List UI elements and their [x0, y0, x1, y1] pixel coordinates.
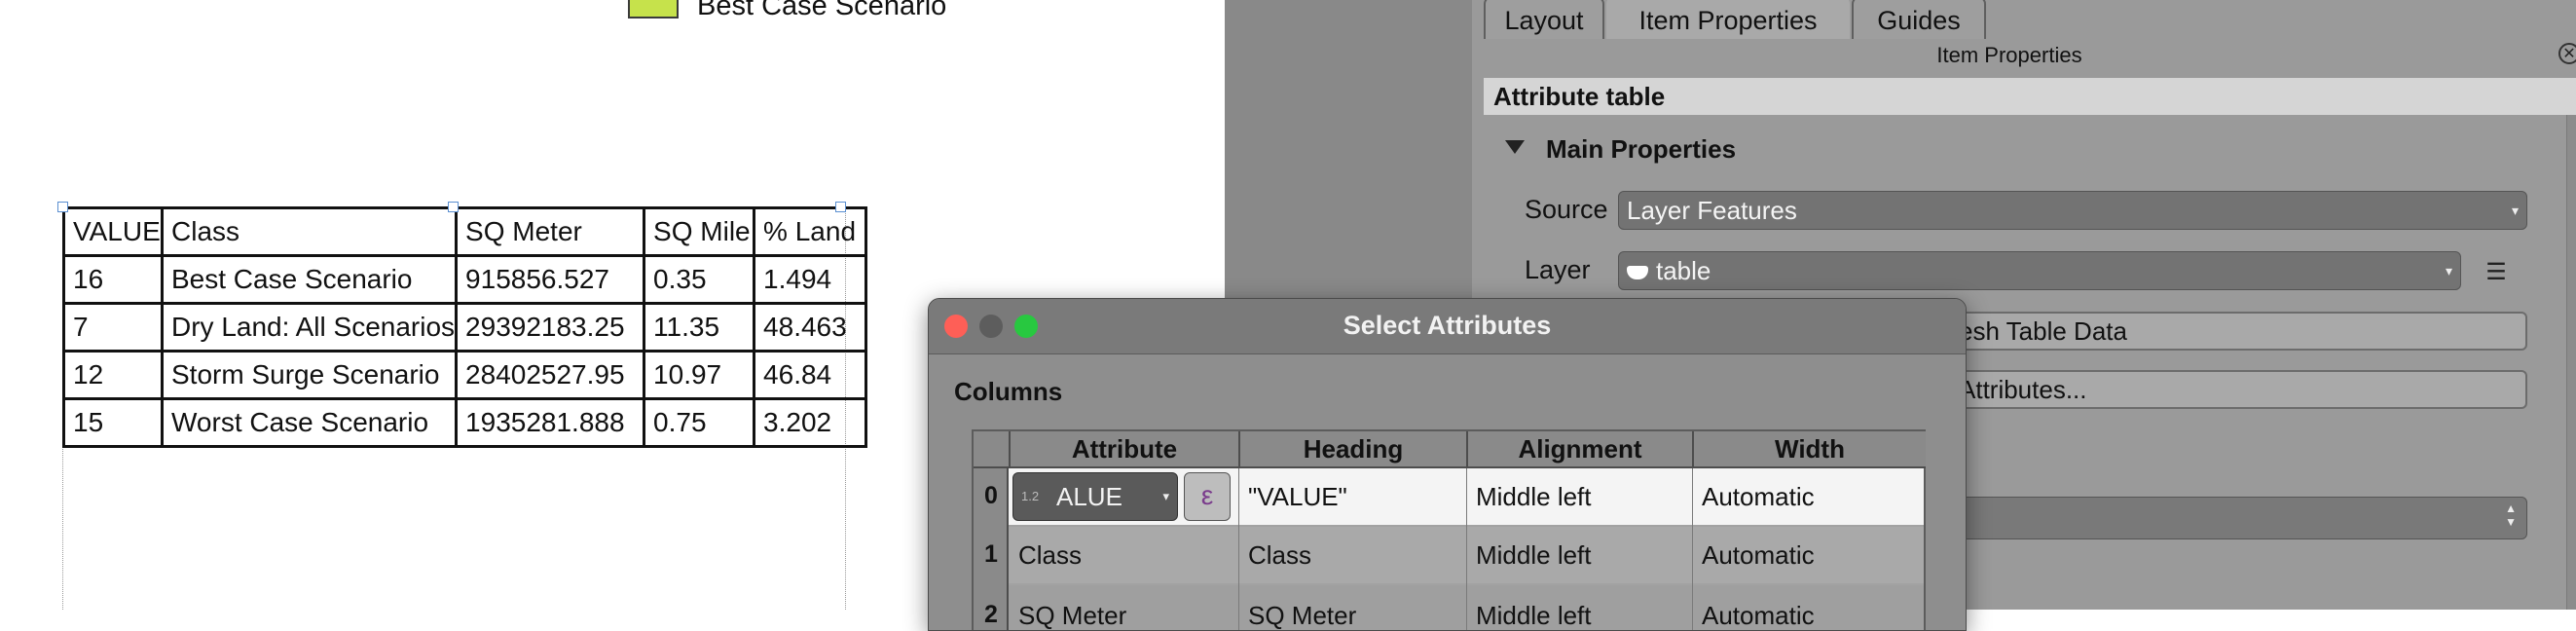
legend-label: Best Case Scenario [697, 0, 947, 21]
table-cell: 11.35 [643, 302, 756, 353]
expression-icon[interactable]: ε [1184, 472, 1231, 521]
width-cell[interactable]: Automatic [1702, 482, 1815, 512]
table-row: 7 Dry Land: All Scenarios 29392183.25 11… [62, 302, 868, 353]
table-cell: 1.494 [753, 254, 868, 305]
select-attributes-dialog: Select Attributes Columns Attribute Head… [928, 298, 1967, 631]
panel-title: Item Properties [1936, 43, 2082, 67]
table-cell: 46.84 [753, 350, 868, 400]
column-header-attribute[interactable]: Attribute [1009, 431, 1238, 466]
table-header-row: VALUE Class SQ Meter SQ Mile % Land [62, 206, 868, 257]
table-cell: Storm Surge Scenario [160, 350, 459, 400]
source-label: Source [1525, 195, 1608, 224]
table-cell: 16 [62, 254, 164, 305]
layer-value: table [1656, 256, 1711, 285]
attribute-cell[interactable]: Class [1018, 540, 1082, 571]
chevron-down-icon: ▾ [2445, 263, 2452, 278]
table-cell: 1935281.888 [455, 397, 646, 448]
attribute-cell[interactable]: SQ Meter [1018, 601, 1126, 630]
table-header-cell: Class [160, 206, 459, 257]
chevron-down-icon: ▾ [1162, 489, 1169, 503]
width-cell[interactable]: Automatic [1702, 601, 1815, 630]
table-cell: 0.75 [643, 397, 756, 448]
table-cell: 3.202 [753, 397, 868, 448]
chevron-down-icon: ▾ [2511, 203, 2519, 218]
collapse-triangle-icon[interactable] [1505, 140, 1525, 154]
tab-guides[interactable]: Guides [1852, 0, 1986, 39]
selection-handle-top-right[interactable] [835, 202, 846, 212]
layer-label: Layer [1525, 255, 1591, 284]
table-cell: 29392183.25 [455, 302, 646, 353]
table-cell: 48.463 [753, 302, 868, 353]
attributes-button[interactable]: Attributes... [1908, 370, 2527, 409]
table-cell: 12 [62, 350, 164, 400]
layer-table-icon [1627, 266, 1648, 280]
column-header-width[interactable]: Width [1692, 431, 1926, 466]
row-number: 2 [984, 601, 998, 628]
table-cell: 28402527.95 [455, 350, 646, 400]
table-cell: 0.35 [643, 254, 756, 305]
source-combobox[interactable]: Layer Features ▾ [1618, 191, 2527, 230]
heading-cell[interactable]: Class [1248, 540, 1311, 571]
legend-swatch [628, 0, 679, 19]
table-cell: 15 [62, 397, 164, 448]
alignment-cell[interactable]: Middle left [1476, 540, 1592, 571]
section-header: Attribute table [1484, 78, 2576, 115]
table-header-cell: SQ Meter [455, 206, 646, 257]
column-divider [1466, 468, 1467, 630]
table-header-cell: VALUE [62, 206, 164, 257]
attribute-value: ALUE [1056, 482, 1122, 511]
table-cell: Dry Land: All Scenarios [160, 302, 459, 353]
table-row: 15 Worst Case Scenario 1935281.888 0.75 … [62, 397, 868, 448]
attribute-type-badge: 1.2 [1021, 489, 1040, 503]
selection-handle-top-middle[interactable] [448, 202, 459, 212]
table-header-cell: SQ Mile [643, 206, 756, 257]
table-header-cell: % Land [753, 206, 868, 257]
layout-attribute-table[interactable]: VALUE Class SQ Meter SQ Mile % Land 16 B… [62, 206, 868, 448]
dialog-title: Select Attributes [1343, 311, 1552, 340]
table-cell: Worst Case Scenario [160, 397, 459, 448]
table-row: 12 Storm Surge Scenario 28402527.95 10.9… [62, 350, 868, 400]
panel-scrollbar[interactable] [2566, 115, 2576, 610]
column-header-alignment[interactable]: Alignment [1466, 431, 1692, 466]
columns-grid[interactable]: Attribute Heading Alignment Width 0 1.2 … [972, 429, 1926, 630]
close-icon[interactable]: ✕ [2558, 43, 2576, 64]
column-header-heading[interactable]: Heading [1238, 431, 1466, 466]
table-cell: 10.97 [643, 350, 756, 400]
source-value: Layer Features [1627, 196, 1797, 225]
attribute-combobox[interactable]: 1.2 ALUE ▾ [1012, 472, 1178, 521]
selection-handle-top-left[interactable] [57, 202, 68, 212]
columns-label: Columns [954, 377, 1063, 406]
row-number: 0 [984, 482, 998, 509]
column-divider [1238, 468, 1239, 630]
row-number: 1 [984, 540, 998, 568]
table-cell: 915856.527 [455, 254, 646, 305]
alignment-cell[interactable]: Middle left [1476, 601, 1592, 630]
table-options-icon[interactable]: ☰ [2477, 253, 2516, 292]
heading-cell[interactable]: SQ Meter [1248, 601, 1356, 630]
width-cell[interactable]: Automatic [1702, 540, 1815, 571]
main-properties-label[interactable]: Main Properties [1546, 134, 1736, 165]
column-divider [1692, 468, 1693, 630]
tab-item-properties[interactable]: Item Properties [1606, 0, 1850, 39]
table-cell: 7 [62, 302, 164, 353]
table-cell: Best Case Scenario [160, 254, 459, 305]
tab-layout[interactable]: Layout [1484, 0, 1604, 39]
table-row: 16 Best Case Scenario 915856.527 0.35 1.… [62, 254, 868, 305]
spin-arrows-icon: ▲ ▼ [2505, 501, 2517, 529]
alignment-cell[interactable]: Middle left [1476, 482, 1592, 512]
heading-cell[interactable]: "VALUE" [1248, 482, 1347, 512]
refresh-table-data-button[interactable]: esh Table Data [1908, 312, 2527, 351]
layer-combobox[interactable]: table ▾ [1618, 251, 2461, 290]
panel-combobox[interactable]: ▲ ▼ [1941, 497, 2527, 539]
